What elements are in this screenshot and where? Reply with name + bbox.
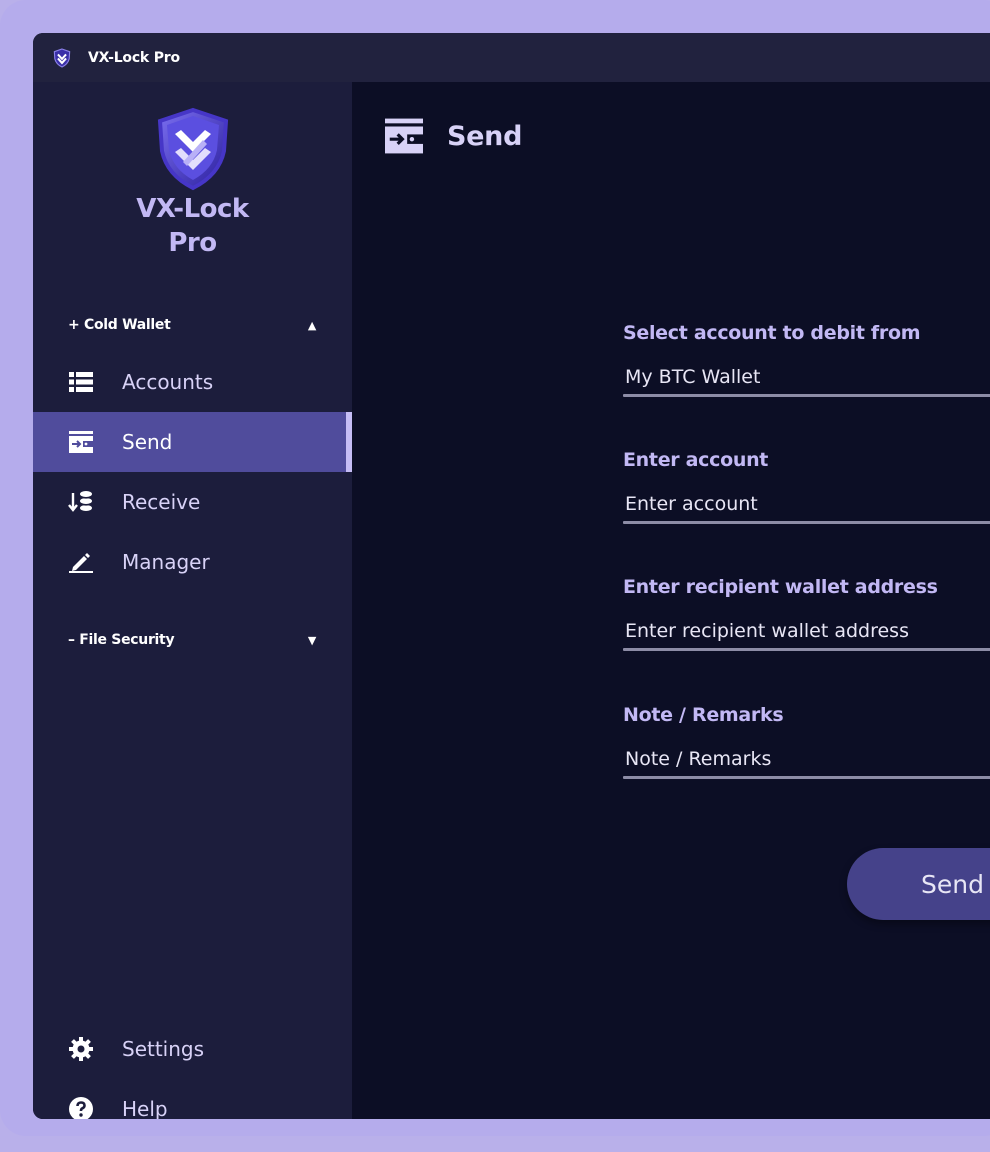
field-underline: [623, 648, 990, 651]
main-content: Send Select account to debit from Enter …: [352, 82, 990, 1119]
sidebar-item-label: Send: [122, 430, 173, 454]
gear-icon: [68, 1036, 94, 1062]
sidebar-item-receive[interactable]: Receive: [33, 472, 352, 532]
file-security-section-label: – File Security: [68, 632, 175, 648]
app-window: VX-Lock Pro VX-Lock Pro + Cold Wallet ▲ …: [33, 33, 990, 1119]
cold-wallet-section-label: + Cold Wallet: [68, 317, 171, 333]
caret-up-icon: ▲: [307, 318, 316, 332]
account-input[interactable]: [623, 489, 990, 519]
sidebar-item-accounts[interactable]: Accounts: [33, 352, 352, 412]
pencil-icon: [68, 549, 94, 575]
sidebar-item-label: Help: [122, 1097, 168, 1119]
cold-wallet-section-toggle[interactable]: + Cold Wallet ▲: [68, 313, 318, 337]
account-label: Enter account: [623, 449, 769, 471]
note-label: Note / Remarks: [623, 704, 784, 726]
field-underline: [623, 394, 990, 397]
recipient-field: Enter recipient wallet address: [623, 576, 990, 651]
sidebar-item-label: Manager: [122, 550, 210, 574]
recipient-label: Enter recipient wallet address: [623, 576, 938, 598]
help-icon: [68, 1096, 94, 1119]
note-field: Note / Remarks: [623, 704, 990, 779]
list-icon: [68, 369, 94, 395]
title-bar: VX-Lock Pro: [33, 33, 990, 82]
page-title: Send: [447, 120, 523, 152]
sidebar-item-label: Accounts: [122, 370, 214, 394]
sidebar-item-settings[interactable]: Settings: [33, 1019, 352, 1079]
account-field: Enter account: [623, 449, 990, 524]
sidebar: VX-Lock Pro + Cold Wallet ▲ Accounts Sen…: [33, 82, 352, 1119]
field-underline: [623, 521, 990, 524]
sidebar-item-send[interactable]: Send: [33, 412, 352, 472]
receive-coins-icon: [68, 489, 94, 515]
sidebar-item-label: Settings: [122, 1037, 205, 1061]
debit-account-field: Select account to debit from: [623, 322, 990, 397]
brand-name-line2: Pro: [168, 228, 217, 258]
send-button[interactable]: Send: [847, 848, 990, 920]
field-underline: [623, 776, 990, 779]
send-wallet-icon: [385, 117, 423, 155]
app-shield-icon: [53, 47, 71, 68]
file-security-section-toggle[interactable]: – File Security ▼: [68, 628, 318, 652]
recipient-address-input[interactable]: [623, 616, 990, 646]
brand-name-line1: VX-Lock: [136, 194, 249, 224]
page-header: Send: [385, 117, 522, 155]
window-title: VX-Lock Pro: [88, 49, 180, 66]
debit-account-label: Select account to debit from: [623, 322, 921, 344]
send-wallet-icon: [68, 429, 94, 455]
sidebar-item-manager[interactable]: Manager: [33, 532, 352, 592]
sidebar-item-help[interactable]: Help: [33, 1079, 352, 1119]
brand-shield-icon: [157, 107, 228, 191]
caret-down-icon: ▼: [307, 633, 316, 647]
note-input[interactable]: [623, 744, 990, 774]
brand: VX-Lock Pro: [33, 107, 352, 259]
debit-account-select[interactable]: [623, 362, 990, 392]
sidebar-item-label: Receive: [122, 490, 201, 514]
